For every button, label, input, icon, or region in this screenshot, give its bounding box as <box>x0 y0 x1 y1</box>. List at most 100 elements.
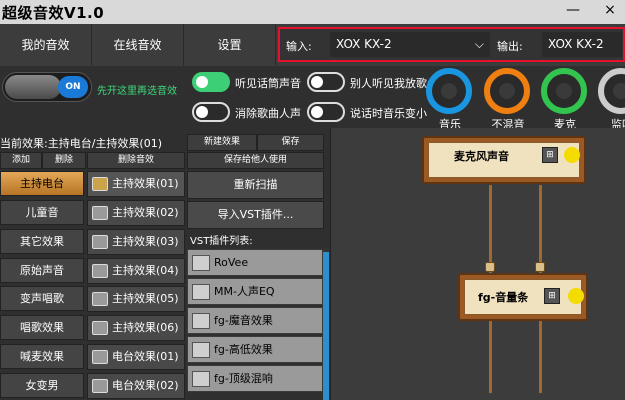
category-item[interactable]: 唱歌效果 <box>0 315 84 340</box>
current-effect-label: 当前效果:主持电台/主持效果(01) <box>0 137 162 150</box>
save-for-others-button[interactable]: 保存给他人使用 <box>187 152 324 169</box>
toggle-switch[interactable] <box>192 72 230 92</box>
toggle-switch[interactable] <box>307 72 345 92</box>
vst-item[interactable]: MM-人声EQ <box>187 278 323 305</box>
output-device-select[interactable]: XOX KX-2 <box>542 32 622 57</box>
vst-scrollbar[interactable] <box>323 248 329 400</box>
vst-label: MM-人声EQ <box>214 285 275 298</box>
vst-label: fg-高低效果 <box>214 343 273 356</box>
power-indicator-icon[interactable] <box>564 147 580 163</box>
category-item[interactable]: 喊麦效果 <box>0 344 84 369</box>
effect-label: 电台效果(01) <box>112 350 179 363</box>
chevron-down-icon: ⌵ <box>474 37 484 51</box>
knob-music[interactable]: 音乐 <box>426 68 474 131</box>
scrollbar-thumb[interactable] <box>323 252 329 400</box>
effect-item[interactable]: 电台效果(01) <box>87 344 185 370</box>
node-hook <box>485 262 495 272</box>
io-device-panel: 输入: XOX KX-2 ⌵ 输出: XOX KX-2 <box>278 27 625 62</box>
knob-no-mix[interactable]: 不混音 <box>484 68 532 131</box>
import-vst-button[interactable]: 导入VST插件... <box>187 201 324 229</box>
category-item[interactable]: 原始声音 <box>0 258 84 283</box>
book-icon <box>92 177 108 191</box>
vst-label: fg-顶级混响 <box>214 372 273 385</box>
new-effect-button[interactable]: 新建效果 <box>187 134 257 151</box>
title-bar: 超级音效V1.0 — × <box>0 0 625 24</box>
node-fg-volume[interactable]: fg-音量条 ⊞ <box>458 273 588 321</box>
master-toggle[interactable]: ON <box>2 72 92 102</box>
delete-effect-button[interactable]: 删除音效 <box>87 152 185 169</box>
plugin-icon <box>192 313 210 329</box>
plugin-icon <box>192 371 210 387</box>
effect-item[interactable]: 主持效果(02) <box>87 200 185 226</box>
minimize-button[interactable]: — <box>556 0 590 22</box>
option-label: 听见话筒声音 <box>235 77 301 90</box>
category-item[interactable]: 女变男 <box>0 373 84 398</box>
input-device-value: XOX KX-2 <box>336 37 392 51</box>
category-item[interactable]: 变声唱歌 <box>0 286 84 311</box>
effect-label: 主持效果(06) <box>112 321 179 334</box>
knob-dial[interactable] <box>426 68 472 114</box>
vst-item[interactable]: fg-高低效果 <box>187 336 323 363</box>
effect-item[interactable]: 主持效果(06) <box>87 315 185 341</box>
toggle-switch[interactable] <box>192 102 230 122</box>
node-hook <box>535 262 545 272</box>
master-hint: 先开这里再选音效 <box>97 86 177 97</box>
category-item[interactable]: 儿童音 <box>0 200 84 225</box>
save-button[interactable]: 保存 <box>257 134 324 151</box>
knob-monitor[interactable]: 监听 <box>598 68 625 131</box>
effect-label: 主持效果(04) <box>112 264 179 277</box>
book-icon <box>92 206 108 220</box>
effect-item[interactable]: 主持效果(05) <box>87 286 185 312</box>
input-device-select[interactable]: XOX KX-2 ⌵ <box>330 32 490 57</box>
effect-label: 主持效果(05) <box>112 292 179 305</box>
toggle-grip <box>5 75 61 99</box>
output-label: 输出: <box>497 40 523 53</box>
plugin-icon <box>192 342 210 358</box>
tab-settings[interactable]: 设置 <box>184 24 276 66</box>
effect-label: 主持效果(01) <box>112 177 179 190</box>
vst-item[interactable]: fg-顶级混响 <box>187 365 323 392</box>
tab-my-effects[interactable]: 我的音效 <box>0 24 92 66</box>
knob-mic[interactable]: 麦克 <box>541 68 589 131</box>
rescan-button[interactable]: 重新扫描 <box>187 171 324 199</box>
delete-button[interactable]: 删除 <box>42 152 86 169</box>
output-device-value: XOX KX-2 <box>548 37 604 51</box>
book-icon <box>92 264 108 278</box>
vst-label: RoVee <box>214 256 249 269</box>
effect-item[interactable]: 主持效果(01) <box>87 171 185 197</box>
toggle-switch[interactable] <box>307 102 345 122</box>
tab-online-effects[interactable]: 在线音效 <box>92 24 184 66</box>
vst-item[interactable]: fg-魔音效果 <box>187 307 323 334</box>
effect-label: 主持效果(02) <box>112 206 179 219</box>
category-item[interactable]: 其它效果 <box>0 229 84 254</box>
node-mic-input[interactable]: 麦克风声音 ⊞ <box>422 136 586 184</box>
toggle-on-label: ON <box>58 76 88 98</box>
vst-list-title: VST插件列表: <box>190 236 253 247</box>
knob-dial[interactable] <box>484 68 530 114</box>
knob-dial[interactable] <box>541 68 587 114</box>
book-icon <box>92 350 108 364</box>
knob-dial[interactable] <box>598 68 625 114</box>
effect-item[interactable]: 主持效果(04) <box>87 258 185 284</box>
vst-label: fg-魔音效果 <box>214 314 273 327</box>
book-icon <box>92 321 108 335</box>
option-label: 消除歌曲人声 <box>235 107 301 120</box>
power-indicator-icon[interactable] <box>568 288 584 304</box>
book-icon <box>92 292 108 306</box>
option-label: 说话时音乐变小 <box>350 107 427 120</box>
mixer-icon[interactable]: ⊞ <box>544 288 560 304</box>
effect-label: 电台效果(02) <box>112 379 179 392</box>
add-button[interactable]: 添加 <box>0 152 42 169</box>
effect-item[interactable]: 主持效果(03) <box>87 229 185 255</box>
effect-item[interactable]: 电台效果(02) <box>87 373 185 399</box>
close-button[interactable]: × <box>593 0 625 22</box>
effect-chain-canvas[interactable]: 麦克风声音 ⊞ fg-音量条 ⊞ <box>330 128 625 400</box>
option-label: 别人听见我放歌 <box>350 77 427 90</box>
node-label: 麦克风声音 <box>454 150 509 163</box>
app-title: 超级音效V1.0 <box>2 4 105 22</box>
node-label: fg-音量条 <box>478 291 529 304</box>
vst-item[interactable]: RoVee <box>187 249 323 276</box>
input-label: 输入: <box>286 40 312 53</box>
mixer-icon[interactable]: ⊞ <box>542 147 558 163</box>
category-item[interactable]: 主持电台 <box>0 171 84 196</box>
